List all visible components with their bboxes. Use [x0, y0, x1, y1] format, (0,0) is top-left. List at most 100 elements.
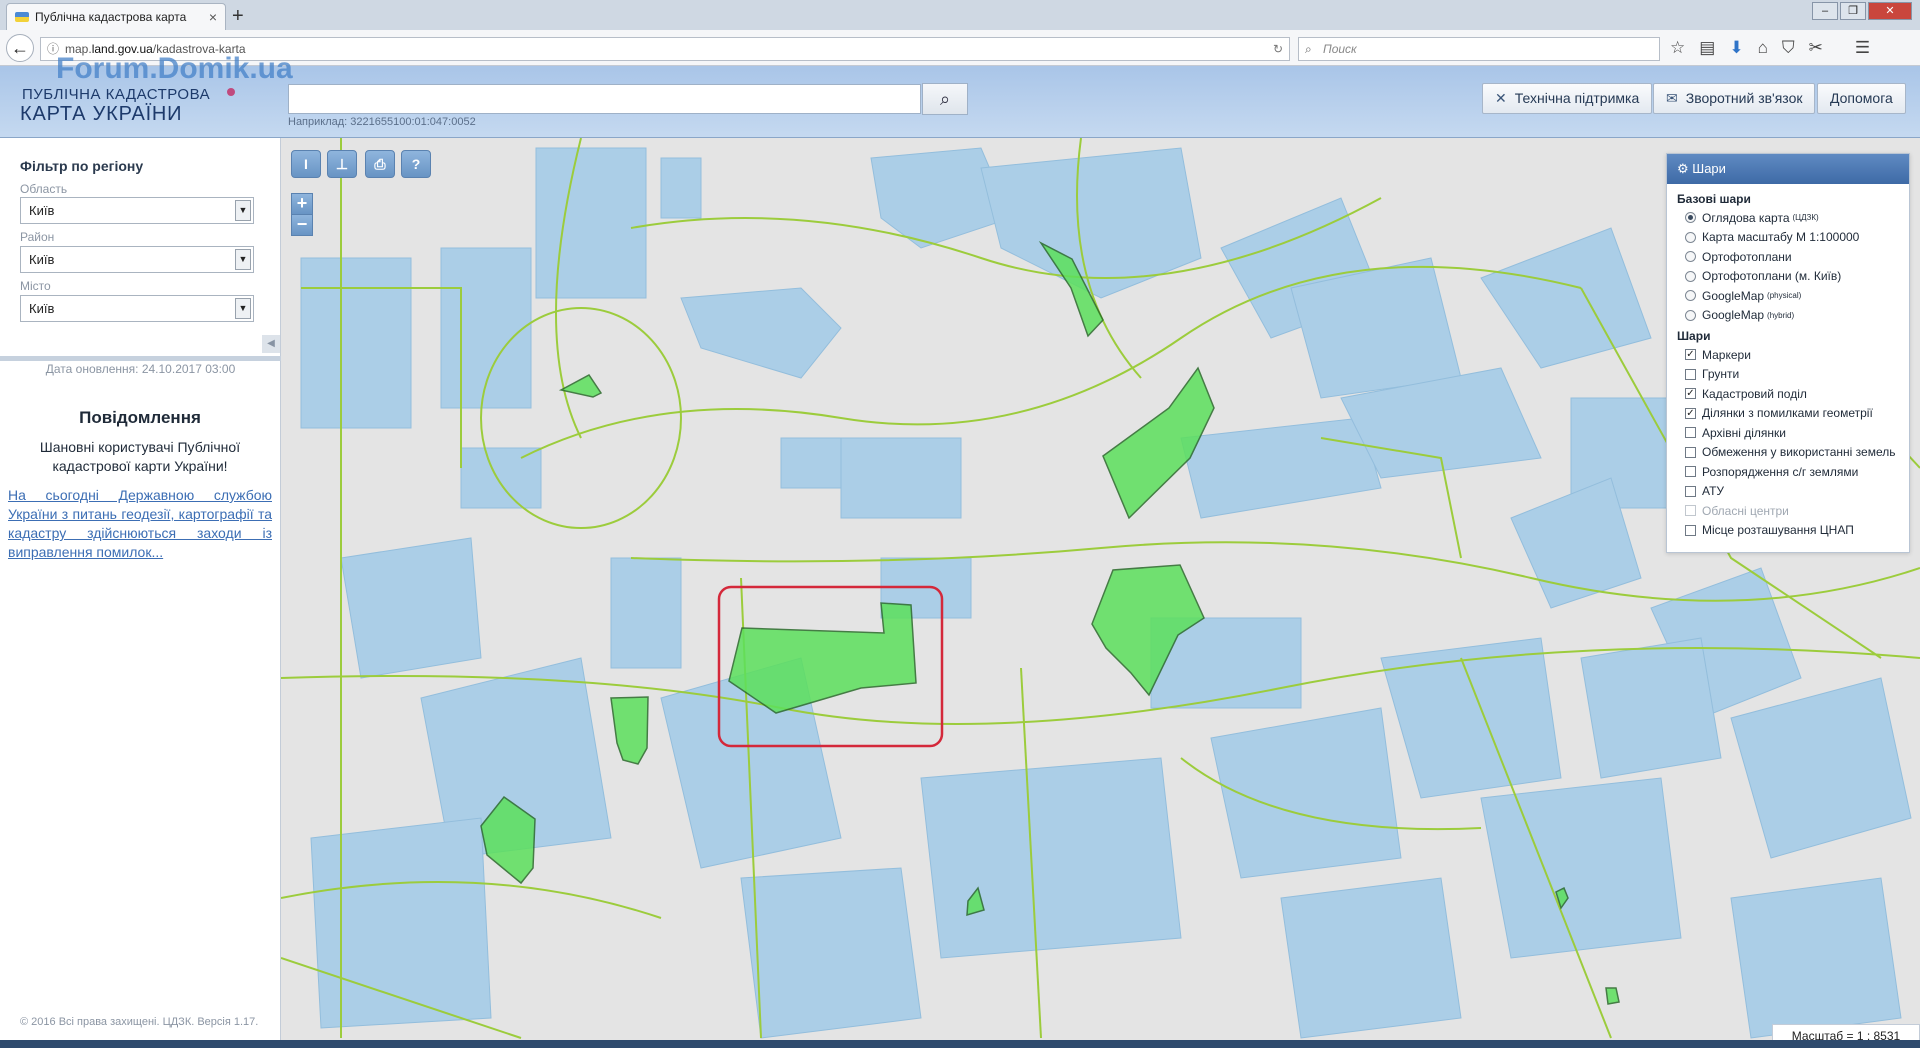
base-layer-sup: (physical): [1767, 291, 1802, 301]
tab-close-icon[interactable]: ×: [209, 9, 217, 25]
tech-support-button[interactable]: ✕ Технічна підтримка: [1482, 83, 1653, 114]
new-tab-button[interactable]: +: [232, 5, 244, 28]
flag-favicon-icon: [15, 12, 29, 22]
collapse-panel-icon[interactable]: ◀: [262, 335, 280, 353]
print-icon: ⎙: [374, 156, 386, 172]
search-button[interactable]: ⌕: [922, 83, 968, 115]
browser-toolbar: ☆ ▤ ⬇ ⌂ ⛉ ✂ ☰: [1670, 38, 1870, 58]
ruler-icon: I: [304, 156, 308, 172]
reload-icon[interactable]: ↻: [1273, 38, 1283, 60]
city-label: Місто: [20, 279, 51, 293]
zoom-out-button[interactable]: −: [291, 214, 313, 236]
region-select[interactable]: Київ ▼: [20, 197, 254, 224]
overlay-layer-option[interactable]: Розпорядження с/г землями: [1667, 462, 1909, 482]
update-date: Дата оновлення: 24.10.2017 03:00: [45, 362, 236, 376]
overlay-layer-option[interactable]: ✓ Кадастровий поділ: [1667, 384, 1909, 404]
reading-list-icon[interactable]: ▤: [1699, 38, 1715, 58]
zoom-in-button[interactable]: +: [291, 193, 313, 215]
overlay-layer-option: Обласні центри: [1667, 501, 1909, 521]
radio-button[interactable]: [1685, 251, 1696, 263]
checkbox[interactable]: [1685, 427, 1696, 439]
close-window-icon[interactable]: ✕: [1868, 2, 1912, 20]
overlay-layer-label: Обмеження у використанні земель: [1702, 445, 1896, 460]
layers-header[interactable]: ⚙ Шари: [1667, 154, 1909, 184]
district-select[interactable]: Київ ▼: [20, 246, 254, 273]
base-layer-sup: (hybrid): [1767, 310, 1795, 320]
tools-icon: ✕: [1495, 90, 1507, 106]
overlay-layer-option[interactable]: ✓ Маркери: [1667, 345, 1909, 365]
district-value: Київ: [29, 252, 55, 267]
home-icon[interactable]: ⌂: [1758, 38, 1768, 58]
overlay-layer-label: Ділянки з помилками геометрії: [1702, 406, 1873, 421]
logo-line-2: КАРТА УКРАЇНИ: [20, 103, 183, 125]
base-layer-option[interactable]: GoogleMap (hybrid): [1667, 306, 1909, 326]
checkbox[interactable]: [1685, 524, 1696, 536]
chevron-down-icon[interactable]: ▼: [235, 298, 251, 319]
feedback-button[interactable]: ✉ Зворотний зв'язок: [1653, 83, 1816, 114]
overlay-layer-option[interactable]: Місце розташування ЦНАП: [1667, 521, 1909, 541]
print-button[interactable]: ⎙: [365, 150, 395, 178]
minimize-icon[interactable]: –: [1812, 2, 1838, 20]
base-layer-label: Оглядова карта: [1702, 210, 1790, 225]
overlay-layer-option[interactable]: АТУ: [1667, 482, 1909, 502]
checkbox[interactable]: [1685, 446, 1696, 458]
pocket-icon[interactable]: ⛉: [1782, 38, 1795, 58]
help-button[interactable]: Допомога: [1817, 83, 1906, 114]
forum-watermark: Forum.Domik.ua: [56, 52, 293, 85]
back-button[interactable]: ←: [6, 34, 34, 62]
checkbox[interactable]: [1685, 466, 1696, 478]
ruler-tool-button[interactable]: I: [291, 150, 321, 178]
radio-button[interactable]: [1685, 270, 1696, 282]
logo-dot-icon: [227, 88, 235, 96]
base-layer-option[interactable]: Ортофотоплани: [1667, 247, 1909, 267]
cadastral-search-input[interactable]: [288, 84, 921, 114]
filter-title: Фільтр по регіону: [20, 158, 144, 174]
browser-tab-bar: Публічна кадастрова карта × + – ❐ ✕: [0, 0, 1920, 30]
cursor-help-icon: ?: [411, 156, 421, 172]
region-label: Область: [20, 182, 68, 196]
area-tool-button[interactable]: ⊥: [327, 150, 357, 178]
checkbox[interactable]: ✓: [1685, 407, 1696, 419]
maximize-icon[interactable]: ❐: [1840, 2, 1866, 20]
base-layer-option[interactable]: Ортофотоплани (м. Київ): [1667, 267, 1909, 287]
layers-panel: ⚙ Шари Базові шари Оглядова карта (ЦДЗК) К…: [1666, 153, 1910, 553]
overlay-layer-option[interactable]: Архівні ділянки: [1667, 423, 1909, 443]
layers-title: Шари: [1692, 161, 1726, 176]
checkbox[interactable]: [1685, 485, 1696, 497]
notice-text: Шановні користувачі Публічної кадастрово…: [39, 439, 241, 474]
overlay-layer-label: Грунти: [1702, 367, 1740, 382]
overlay-layer-label: Місце розташування ЦНАП: [1702, 523, 1854, 538]
extension-icon[interactable]: ✂: [1809, 38, 1823, 58]
checkbox[interactable]: ✓: [1685, 388, 1696, 400]
checkbox[interactable]: [1685, 368, 1696, 380]
radio-button[interactable]: [1685, 231, 1696, 243]
base-layer-option[interactable]: Карта масштабу М 1:100000: [1667, 228, 1909, 248]
area-icon: ⊥: [335, 156, 349, 172]
city-select[interactable]: Київ ▼: [20, 295, 254, 322]
web-search-field[interactable]: ⌕ Поиск: [1298, 37, 1660, 61]
menu-icon[interactable]: ☰: [1855, 38, 1870, 58]
chevron-down-icon[interactable]: ▼: [235, 200, 251, 221]
identify-button[interactable]: ?: [401, 150, 431, 178]
base-layer-label: GoogleMap: [1702, 288, 1765, 303]
cadastral-map[interactable]: I ⊥ ⎙ ? + − ⚙ Шари Базові шари Оглядова …: [281, 138, 1920, 1048]
radio-button[interactable]: [1685, 290, 1696, 302]
download-icon[interactable]: ⬇: [1729, 38, 1743, 58]
checkbox[interactable]: ✓: [1685, 349, 1696, 361]
base-layer-option[interactable]: Оглядова карта (ЦДЗК): [1667, 208, 1909, 228]
logo-line-1: ПУБЛІЧНА КАДАСТРОВА: [22, 86, 211, 103]
feedback-label: Зворотний зв'язок: [1685, 90, 1803, 106]
star-icon[interactable]: ☆: [1670, 38, 1685, 58]
overlay-layer-label: Архівні ділянки: [1702, 425, 1786, 440]
base-layer-label: Карта масштабу М 1:100000: [1702, 230, 1860, 245]
radio-button[interactable]: [1685, 212, 1696, 224]
base-layer-option[interactable]: GoogleMap (physical): [1667, 286, 1909, 306]
notice-link[interactable]: На сьогодні Державною службою України з …: [8, 486, 272, 562]
overlay-layer-option[interactable]: ✓ Ділянки з помилками геометрії: [1667, 404, 1909, 424]
map-toolbar: I ⊥ ⎙ ?: [291, 150, 431, 178]
browser-tab[interactable]: Публічна кадастрова карта ×: [6, 3, 226, 30]
chevron-down-icon[interactable]: ▼: [235, 249, 251, 270]
overlay-layer-option[interactable]: Грунти: [1667, 365, 1909, 385]
overlay-layer-option[interactable]: Обмеження у використанні земель: [1667, 443, 1909, 463]
radio-button[interactable]: [1685, 309, 1696, 321]
